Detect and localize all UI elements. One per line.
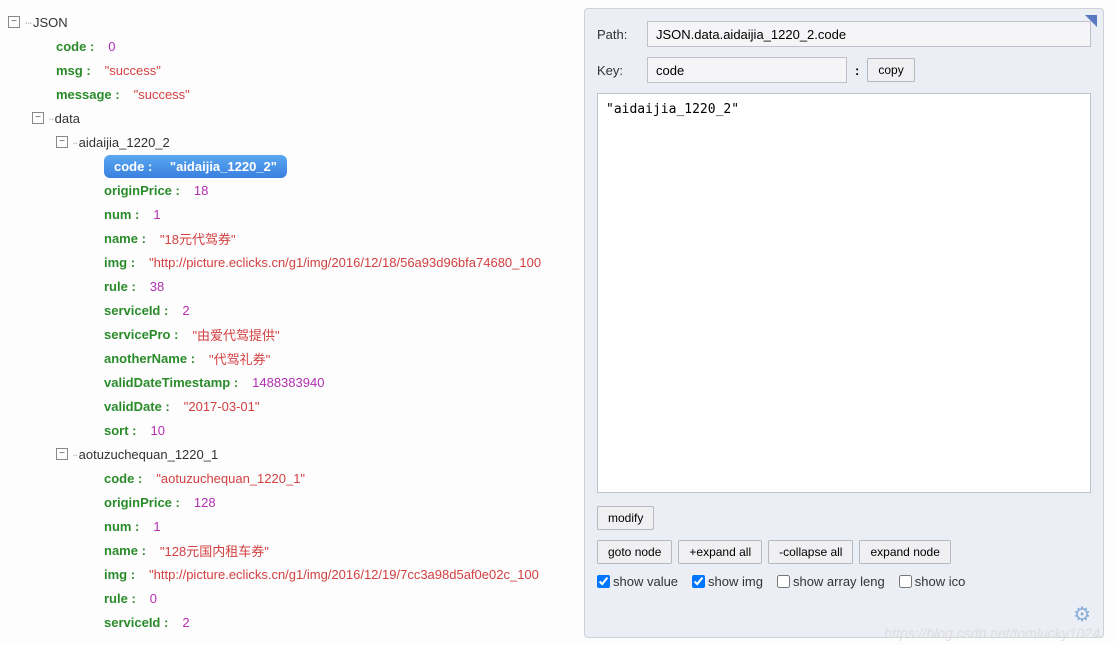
- path-row: Path:: [597, 21, 1091, 47]
- tree-row[interactable]: validDate :"2017-03-01": [8, 394, 567, 418]
- tree-row[interactable]: code :"aotuzuchequan_1220_1": [8, 466, 567, 490]
- tree-row[interactable]: message : "success": [8, 82, 567, 106]
- show-value-check[interactable]: show value: [597, 574, 678, 589]
- show-array-check[interactable]: show array leng: [777, 574, 885, 589]
- tree-row[interactable]: originPrice :128: [8, 490, 567, 514]
- tree-row[interactable]: sort :10: [8, 418, 567, 442]
- collapse-icon[interactable]: −: [32, 112, 44, 124]
- tree-row[interactable]: img :"http://picture.eclicks.cn/g1/img/2…: [8, 250, 567, 274]
- tree-row-data[interactable]: − ·· data: [8, 106, 567, 130]
- tree-row[interactable]: num :1: [8, 202, 567, 226]
- collapse-icon[interactable]: −: [56, 448, 68, 460]
- detail-panel: Path: Key: : copy modify goto node +expa…: [584, 8, 1104, 638]
- colon-sep: :: [855, 63, 859, 78]
- collapse-all-button[interactable]: -collapse all: [768, 540, 853, 564]
- path-label: Path:: [597, 27, 647, 42]
- key-input[interactable]: [647, 57, 847, 83]
- show-ico-check[interactable]: show ico: [899, 574, 966, 589]
- collapse-icon[interactable]: −: [56, 136, 68, 148]
- tree-row[interactable]: serviceId :2: [8, 298, 567, 322]
- checkbox-row: show value show img show array leng show…: [597, 574, 1091, 589]
- tree-row-selected[interactable]: code : "aidaijia_1220_2": [8, 154, 567, 178]
- collapse-triangle-icon[interactable]: [1085, 15, 1097, 27]
- tree-row[interactable]: name :"18元代驾券": [8, 226, 567, 250]
- gear-icon[interactable]: ⚙: [1073, 602, 1091, 627]
- tree-row[interactable]: rule :0: [8, 586, 567, 610]
- goto-node-button[interactable]: goto node: [597, 540, 672, 564]
- expand-node-button[interactable]: expand node: [859, 540, 950, 564]
- value-textarea[interactable]: [597, 93, 1091, 493]
- expand-all-button[interactable]: +expand all: [678, 540, 762, 564]
- tree-row-root[interactable]: − ··· JSON: [8, 10, 567, 34]
- copy-button[interactable]: copy: [867, 58, 914, 82]
- tree-row[interactable]: servicePro :"由爱代驾提供": [8, 322, 567, 346]
- key-row: Key: : copy: [597, 57, 1091, 83]
- show-img-check[interactable]: show img: [692, 574, 763, 589]
- tree-row[interactable]: num :1: [8, 514, 567, 538]
- tree-row-node1[interactable]: − ·· aidaijia_1220_2: [8, 130, 567, 154]
- tree-row[interactable]: code : 0: [8, 34, 567, 58]
- tree-row[interactable]: msg : "success": [8, 58, 567, 82]
- tree-row[interactable]: name :"128元国内租车券": [8, 538, 567, 562]
- modify-button[interactable]: modify: [597, 506, 654, 530]
- tree-row-node2[interactable]: − ·· aotuzuchequan_1220_1: [8, 442, 567, 466]
- tree-row[interactable]: originPrice :18: [8, 178, 567, 202]
- tree-row[interactable]: rule :38: [8, 274, 567, 298]
- tree-row[interactable]: serviceId :2: [8, 610, 567, 634]
- path-input[interactable]: [647, 21, 1091, 47]
- tree-row[interactable]: img :"http://picture.eclicks.cn/g1/img/2…: [8, 562, 567, 586]
- tree-row[interactable]: validDateTimestamp :1488383940: [8, 370, 567, 394]
- tree-row[interactable]: anotherName :"代驾礼券": [8, 346, 567, 370]
- json-tree-panel: − ··· JSON code : 0 msg : "success" mess…: [0, 0, 575, 645]
- root-label: JSON: [33, 15, 68, 30]
- key-label: Key:: [597, 63, 647, 78]
- collapse-icon[interactable]: −: [8, 16, 20, 28]
